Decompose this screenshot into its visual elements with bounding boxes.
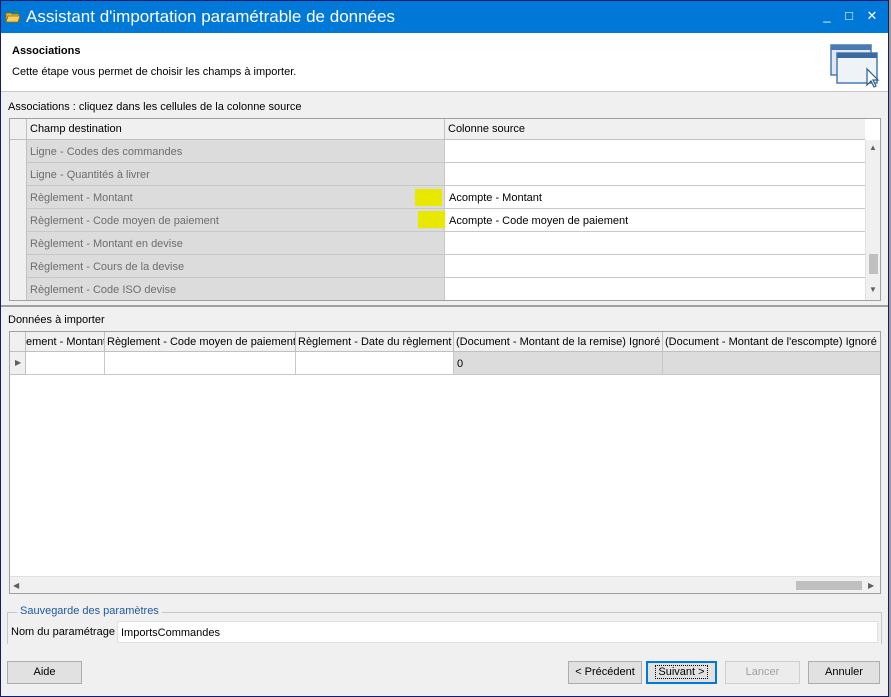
step-description: Cette étape vous permet de choisir les c… [12, 66, 297, 78]
association-row: Règlement - Montant Acompte - Montant [10, 186, 865, 209]
precedent-button[interactable]: < Précédent [568, 661, 642, 684]
scroll-left-icon[interactable]: ◀ [13, 581, 19, 590]
nom-parametrage-label: Nom du paramétrage [11, 626, 115, 638]
scroll-thumb[interactable] [796, 581, 862, 590]
table-cell[interactable]: 0 [454, 352, 663, 375]
donnees-horizontal-scrollbar[interactable]: ◀ ▶ [10, 576, 880, 593]
suivant-button-label: Suivant > [655, 665, 708, 679]
row-selector[interactable] [10, 186, 27, 209]
associations-grid[interactable]: Champ destination Colonne source Ligne -… [9, 118, 881, 301]
association-row: Règlement - Cours de la devise [10, 255, 865, 278]
scroll-up-icon[interactable]: ▲ [869, 143, 877, 152]
wizard-header: Associations Cette étape vous permet de … [1, 33, 888, 91]
scroll-down-icon[interactable]: ▼ [869, 285, 877, 294]
header-row-selector [10, 119, 27, 140]
lancer-button[interactable]: Lancer [725, 661, 800, 684]
column-header[interactable]: Règlement - Date du règlement [296, 332, 454, 352]
suivant-button[interactable]: Suivant > [646, 661, 717, 684]
row-selector[interactable] [10, 232, 27, 255]
row-selector[interactable] [10, 278, 27, 300]
source-cell[interactable] [445, 278, 865, 300]
title-bar: Assistant d'importation paramétrable de … [1, 1, 888, 33]
destination-cell: Règlement - Montant [27, 186, 445, 209]
association-row: Règlement - Montant en devise [10, 232, 865, 255]
step-title: Associations [12, 45, 81, 57]
destination-cell: Règlement - Montant en devise [27, 232, 445, 255]
minimize-button[interactable]: _ [817, 5, 837, 27]
column-header[interactable]: (Document - Montant de la remise) Ignoré [454, 332, 663, 352]
header-row-selector [10, 332, 26, 352]
column-header[interactable]: (Document - Montant de l'escompte) Ignor… [663, 332, 880, 352]
window-title: Assistant d'importation paramétrable de … [26, 7, 395, 26]
wizard-window: Assistant d'importation paramétrable de … [0, 0, 889, 697]
row-selector[interactable] [10, 209, 27, 232]
scroll-thumb[interactable] [869, 254, 878, 274]
source-cell[interactable] [445, 163, 865, 186]
highlight-marker [415, 189, 442, 206]
row-selector[interactable] [10, 255, 27, 278]
column-header[interactable]: ement - Montant [26, 332, 105, 352]
close-button[interactable]: ✕ [862, 5, 882, 27]
windows-cursor-icon [829, 43, 881, 89]
destination-cell: Ligne - Codes des commandes [27, 140, 445, 163]
maximize-button[interactable]: □ [839, 5, 859, 27]
associations-label: Associations : cliquez dans les cellules… [8, 101, 302, 113]
association-row: Règlement - Code ISO devise [10, 278, 865, 300]
annuler-button[interactable]: Annuler [808, 661, 880, 684]
associations-grid-header: Champ destination Colonne source [10, 119, 865, 140]
source-cell[interactable] [445, 255, 865, 278]
column-header-source[interactable]: Colonne source [445, 119, 865, 140]
table-row: ▶ 0 [10, 352, 880, 375]
scroll-right-icon[interactable]: ▶ [868, 581, 874, 590]
destination-cell: Règlement - Code moyen de paiement [27, 209, 445, 232]
highlight-marker [418, 211, 445, 228]
table-cell[interactable] [296, 352, 454, 375]
destination-cell: Ligne - Quantités à livrer [27, 163, 445, 186]
row-selector[interactable]: ▶ [10, 352, 26, 375]
source-cell[interactable]: Acompte - Code moyen de paiement [445, 209, 865, 232]
nom-parametrage-input[interactable]: ImportsCommandes [117, 621, 878, 643]
sauvegarde-legend: Sauvegarde des paramètres [17, 605, 162, 617]
aide-button[interactable]: Aide [7, 661, 82, 684]
source-cell[interactable]: Acompte - Montant [445, 186, 865, 209]
current-row-arrow-icon: ▶ [15, 358, 22, 367]
association-row: Ligne - Quantités à livrer [10, 163, 865, 186]
splitter[interactable] [1, 305, 888, 307]
table-cell[interactable] [105, 352, 296, 375]
header-separator [1, 91, 888, 92]
table-cell[interactable] [663, 352, 880, 375]
source-cell[interactable] [445, 140, 865, 163]
destination-cell: Règlement - Code ISO devise [27, 278, 445, 300]
table-cell[interactable] [26, 352, 105, 375]
row-selector[interactable] [10, 163, 27, 186]
association-row: Ligne - Codes des commandes [10, 140, 865, 163]
row-selector[interactable] [10, 140, 27, 163]
donnees-label: Données à importer [8, 314, 105, 326]
column-header-destination[interactable]: Champ destination [27, 119, 445, 140]
column-header[interactable]: Règlement - Code moyen de paiement [105, 332, 296, 352]
source-cell[interactable] [445, 232, 865, 255]
folder-icon [5, 9, 21, 25]
association-row: Règlement - Code moyen de paiement Acomp… [10, 209, 865, 232]
donnees-grid-header: ement - Montant Règlement - Code moyen d… [10, 332, 880, 352]
donnees-grid[interactable]: ement - Montant Règlement - Code moyen d… [9, 331, 881, 594]
destination-cell: Règlement - Cours de la devise [27, 255, 445, 278]
associations-vertical-scrollbar[interactable]: ▲ ▼ [865, 140, 880, 300]
